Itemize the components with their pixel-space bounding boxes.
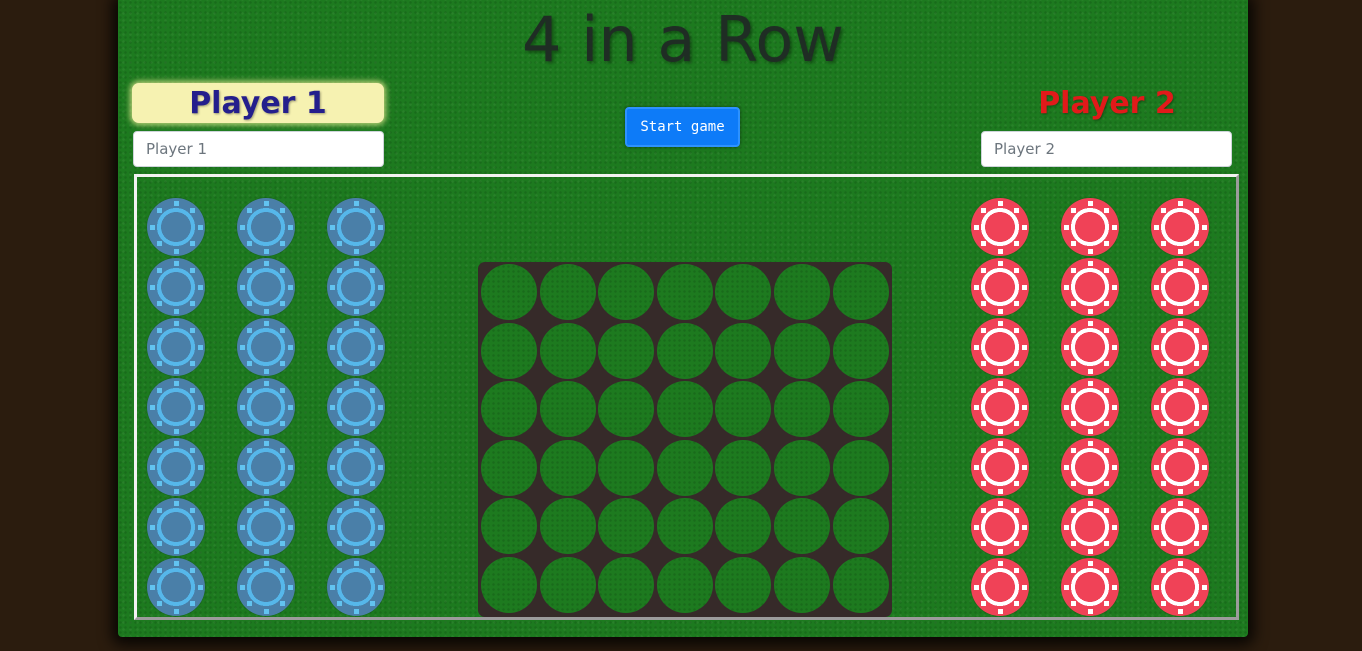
- player1-chip[interactable]: [327, 558, 385, 616]
- board-cell[interactable]: [598, 322, 655, 379]
- player1-chip[interactable]: [327, 198, 385, 256]
- player2-chip[interactable]: [1151, 318, 1209, 376]
- board-cell[interactable]: [481, 557, 537, 613]
- player1-chip[interactable]: [327, 438, 385, 496]
- game-table: 4 in a Row Player 1 Start game Player 2: [118, 0, 1248, 637]
- board-cell[interactable]: [715, 264, 772, 320]
- board-cell[interactable]: [481, 381, 537, 438]
- board-cell[interactable]: [715, 439, 772, 496]
- player2-chip[interactable]: [1151, 198, 1209, 256]
- player2-chip[interactable]: [1151, 438, 1209, 496]
- player1-chip[interactable]: [327, 498, 385, 556]
- player1-chip[interactable]: [327, 258, 385, 316]
- player1-chip[interactable]: [147, 258, 205, 316]
- board-cell[interactable]: [774, 322, 830, 379]
- player2-chip[interactable]: [971, 438, 1029, 496]
- board-cell[interactable]: [539, 439, 596, 496]
- player2-chip[interactable]: [971, 258, 1029, 316]
- board-cell[interactable]: [715, 322, 772, 379]
- board-cell[interactable]: [715, 557, 772, 613]
- board-cell[interactable]: [598, 439, 655, 496]
- board-cell[interactable]: [832, 264, 889, 320]
- player1-chip[interactable]: [237, 378, 295, 436]
- player2-chip[interactable]: [971, 558, 1029, 616]
- player1-chip[interactable]: [147, 498, 205, 556]
- player2-chip[interactable]: [1151, 378, 1209, 436]
- player1-chip[interactable]: [237, 558, 295, 616]
- player1-chip[interactable]: [147, 318, 205, 376]
- player1-chip[interactable]: [147, 198, 205, 256]
- board-cell[interactable]: [774, 439, 830, 496]
- board-cell[interactable]: [481, 498, 537, 555]
- player2-chip[interactable]: [1061, 198, 1119, 256]
- player1-chip[interactable]: [327, 378, 385, 436]
- game-title: 4 in a Row: [521, 3, 845, 76]
- player2-label: Player 2: [1038, 86, 1176, 121]
- board-cell[interactable]: [598, 498, 655, 555]
- player2-chip[interactable]: [1061, 558, 1119, 616]
- board-cell[interactable]: [774, 381, 830, 438]
- board-cell[interactable]: [539, 557, 596, 613]
- player1-chip[interactable]: [237, 318, 295, 376]
- board-cell[interactable]: [539, 381, 596, 438]
- board-cell[interactable]: [481, 264, 537, 320]
- player2-chip[interactable]: [1061, 318, 1119, 376]
- player2-chip[interactable]: [971, 198, 1029, 256]
- board-cell[interactable]: [598, 264, 655, 320]
- board-cell[interactable]: [481, 322, 537, 379]
- player1-name-input[interactable]: [133, 131, 384, 167]
- player2-chip[interactable]: [1061, 258, 1119, 316]
- player2-chip[interactable]: [1151, 258, 1209, 316]
- player1-chip[interactable]: [237, 438, 295, 496]
- player1-chip[interactable]: [147, 438, 205, 496]
- board-cell[interactable]: [481, 439, 537, 496]
- board-cell[interactable]: [774, 498, 830, 555]
- board-cell[interactable]: [656, 557, 713, 613]
- player2-chip[interactable]: [971, 378, 1029, 436]
- board-cell[interactable]: [832, 381, 889, 438]
- player2-chip[interactable]: [1151, 498, 1209, 556]
- game-board[interactable]: [478, 262, 892, 617]
- player1-chip[interactable]: [237, 258, 295, 316]
- player1-chip[interactable]: [147, 558, 205, 616]
- player1-chip[interactable]: [327, 318, 385, 376]
- player2-chip[interactable]: [971, 318, 1029, 376]
- board-cell[interactable]: [832, 498, 889, 555]
- board-cell[interactable]: [598, 557, 655, 613]
- player1-chip[interactable]: [237, 198, 295, 256]
- board-cell[interactable]: [539, 498, 596, 555]
- board-cell[interactable]: [774, 557, 830, 613]
- board-cell[interactable]: [656, 264, 713, 320]
- board-cell[interactable]: [832, 322, 889, 379]
- board-cell[interactable]: [656, 322, 713, 379]
- player2-chip[interactable]: [971, 498, 1029, 556]
- player2-chip[interactable]: [1151, 558, 1209, 616]
- start-game-button[interactable]: Start game: [625, 107, 740, 147]
- board-cell[interactable]: [656, 439, 713, 496]
- board-cell[interactable]: [832, 557, 889, 613]
- player2-chip[interactable]: [1061, 438, 1119, 496]
- board-cell[interactable]: [656, 381, 713, 438]
- player1-chip[interactable]: [147, 378, 205, 436]
- player1-label: Player 1: [132, 83, 384, 123]
- player2-chip[interactable]: [1061, 378, 1119, 436]
- board-cell[interactable]: [715, 498, 772, 555]
- board-cell[interactable]: [598, 381, 655, 438]
- board-cell[interactable]: [832, 439, 889, 496]
- board-cell[interactable]: [539, 264, 596, 320]
- board-cell[interactable]: [715, 381, 772, 438]
- board-cell[interactable]: [656, 498, 713, 555]
- board-cell[interactable]: [539, 322, 596, 379]
- board-cell[interactable]: [774, 264, 830, 320]
- player2-name-input[interactable]: [981, 131, 1232, 167]
- player2-chip[interactable]: [1061, 498, 1119, 556]
- player1-chip[interactable]: [237, 498, 295, 556]
